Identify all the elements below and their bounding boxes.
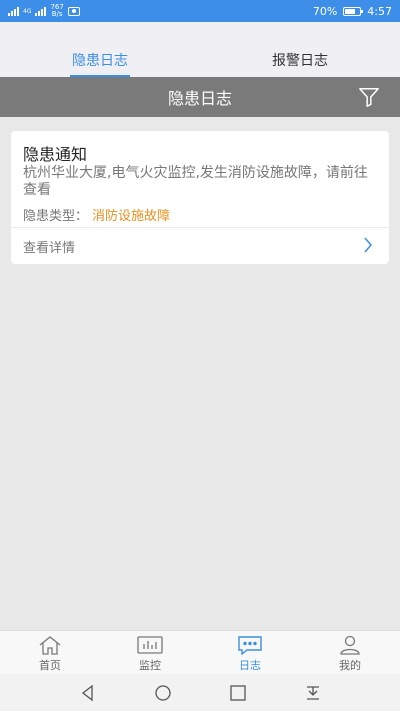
home-circle-icon[interactable] — [154, 684, 172, 702]
tab-alarm-log[interactable]: 报警日志 — [200, 22, 400, 77]
tab-hazard-log[interactable]: 隐患日志 — [0, 22, 200, 77]
network-type: 4G — [23, 7, 32, 15]
chevron-right-icon[interactable] — [363, 237, 373, 253]
card-body: 杭州华业大厦,电气火灾监控,发生消防设施故障，请前往查看 — [23, 165, 368, 198]
nav-monitor[interactable]: 监控 — [100, 631, 200, 674]
hazard-card: 隐患通知 杭州华业大厦,电气火灾监控,发生消防设施故障，请前往查看 隐患类型：消… — [11, 131, 389, 264]
notification-pull-icon[interactable] — [304, 684, 322, 702]
signal-icon-2 — [35, 6, 47, 16]
battery-percent: 70% — [312, 4, 338, 18]
log-icon — [238, 636, 262, 655]
page-title: 隐患日志 — [167, 89, 232, 108]
status-bar: 4G 767 B/s 70% 4:57 — [0, 0, 400, 22]
tab-bar: 隐患日志 报警日志 — [0, 22, 400, 77]
eye-icon — [67, 6, 80, 16]
system-nav-bar — [0, 674, 400, 711]
nav-home-label: 首页 — [39, 659, 61, 672]
nav-home[interactable]: 首页 — [0, 631, 100, 674]
monitor-icon — [137, 636, 163, 654]
hazard-type-value: 消防设施故障 — [92, 209, 171, 224]
hazard-type-label: 隐患类型： — [23, 209, 89, 224]
back-icon[interactable] — [79, 684, 97, 702]
bottom-nav: 首页 监控 日志 我的 — [0, 630, 400, 674]
clock: 4:57 — [367, 4, 392, 18]
title-bar: 隐患日志 — [0, 77, 400, 117]
nav-monitor-label: 监控 — [139, 659, 161, 672]
battery-icon — [343, 6, 364, 16]
nav-log[interactable]: 日志 — [200, 631, 300, 674]
user-icon — [340, 635, 360, 655]
signal-icon — [8, 6, 19, 16]
home-icon — [39, 636, 61, 655]
nav-profile-label: 我的 — [339, 659, 361, 672]
view-details-link[interactable]: 查看详情 — [23, 237, 75, 256]
network-speed: 767 B/s — [50, 3, 64, 18]
card-title: 隐患通知 — [23, 145, 88, 164]
nav-log-label: 日志 — [239, 659, 261, 672]
divider — [11, 227, 389, 228]
filter-icon[interactable] — [358, 86, 380, 108]
nav-profile[interactable]: 我的 — [300, 631, 400, 674]
hazard-type: 隐患类型： 消防设施故障 — [23, 205, 170, 224]
recents-icon[interactable] — [229, 684, 247, 702]
